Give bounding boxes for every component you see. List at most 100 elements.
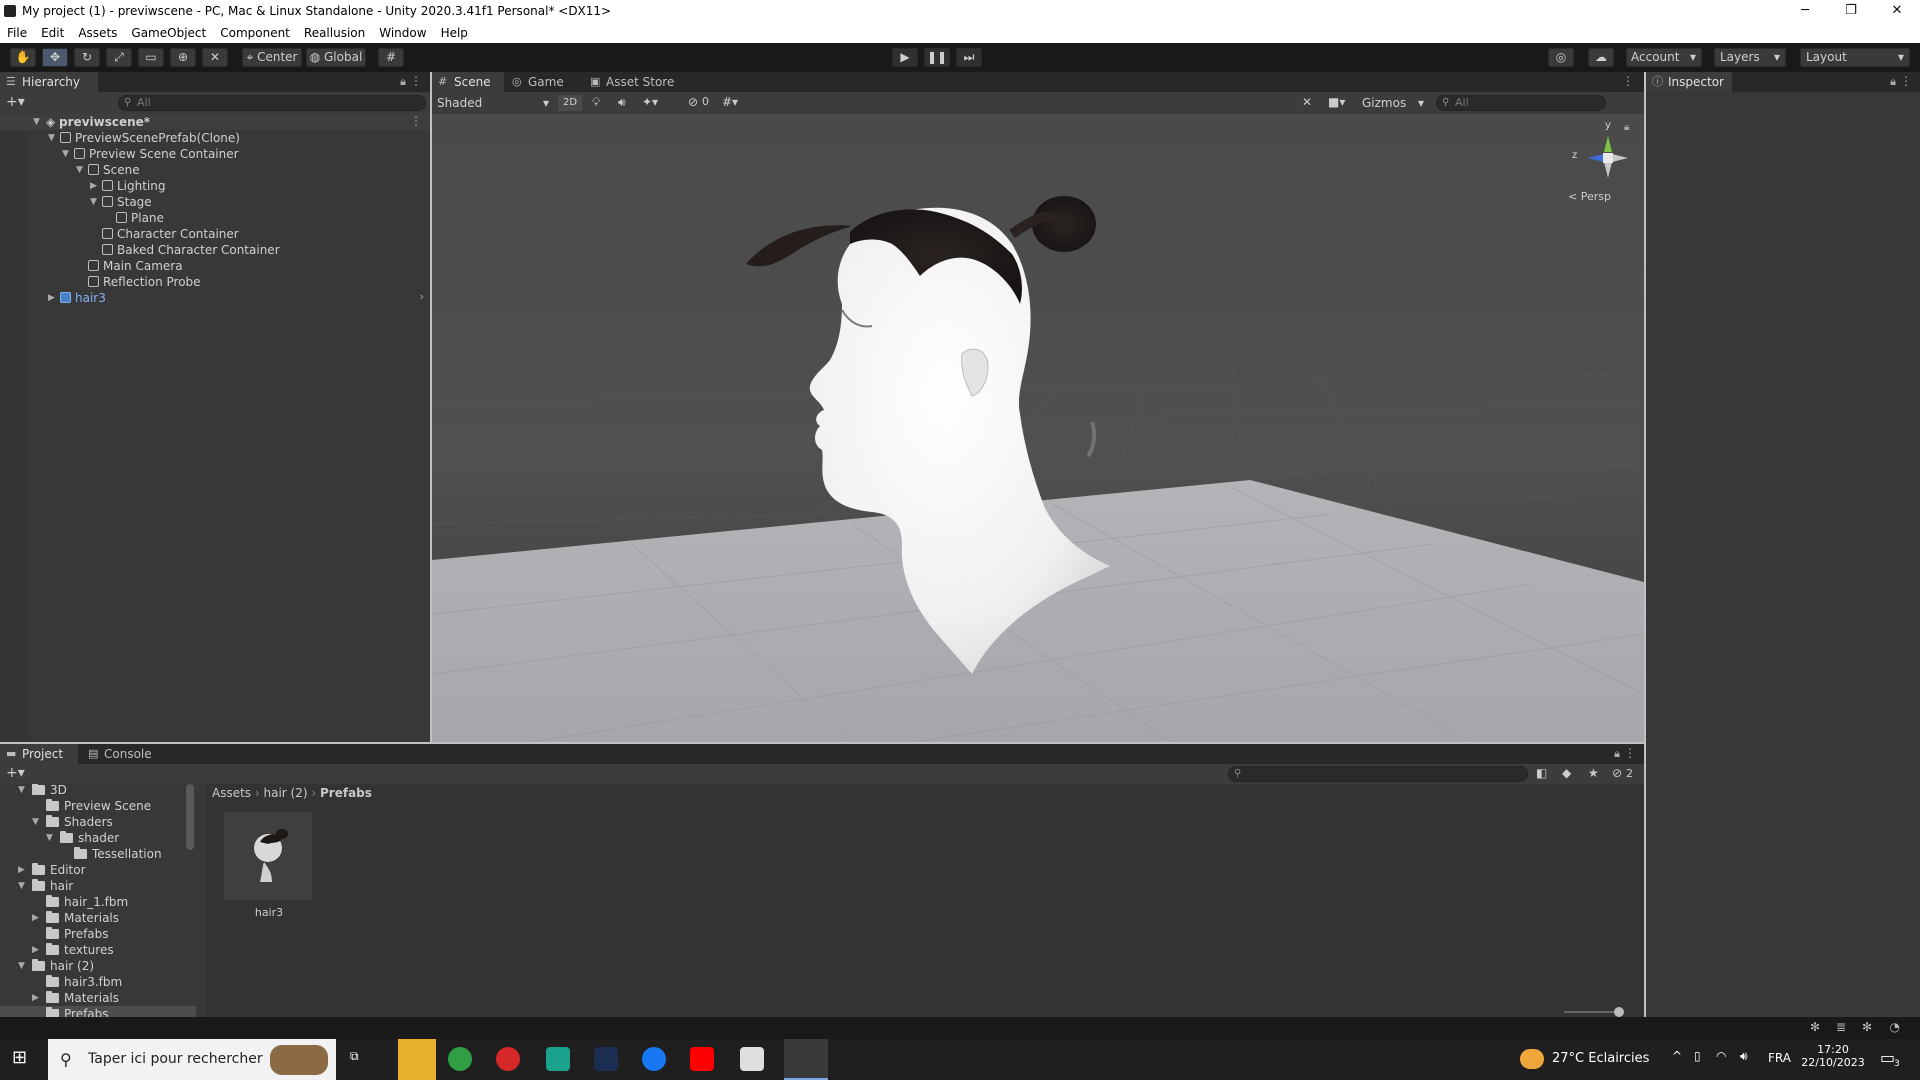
expand-arrow-icon[interactable]: ▼ <box>90 194 97 210</box>
lock-icon[interactable]: 🔒︎ <box>400 75 406 89</box>
menu-file[interactable]: File <box>0 26 34 40</box>
grid-snap-icon[interactable]: # <box>378 48 404 67</box>
expand-arrow-icon[interactable]: ▼ <box>18 958 25 974</box>
menu-reallusion[interactable]: Reallusion <box>297 26 372 40</box>
folder-item[interactable]: Preview Scene <box>46 798 151 814</box>
language-indicator[interactable]: FRA <box>1768 1051 1791 1065</box>
folder-item[interactable]: ▼ 3D <box>18 784 67 798</box>
volume-icon[interactable]: 🔊︎ <box>1740 1049 1748 1064</box>
folder-item[interactable]: ▼ Shaders <box>32 814 113 830</box>
asset-tile[interactable]: hair3 <box>224 812 314 922</box>
tree-item[interactable]: ▼ PreviewScenePrefab(Clone) <box>48 130 240 146</box>
task-view-icon[interactable]: ⧉ <box>350 1049 359 1064</box>
youtube-icon[interactable] <box>690 1047 714 1071</box>
windows-start-icon[interactable]: ⊞ <box>12 1047 27 1068</box>
tree-item[interactable]: Plane <box>116 210 164 226</box>
minimize-button[interactable]: ─ <box>1782 0 1828 22</box>
tray-device-icon[interactable]: ▯ <box>1694 1049 1701 1063</box>
menu-gameobject[interactable]: GameObject <box>124 26 213 40</box>
rect-tool-icon[interactable]: ▭ <box>138 48 164 67</box>
tree-item[interactable]: ▶ Lighting <box>90 178 166 194</box>
folder-item[interactable]: Tessellation <box>74 846 162 862</box>
chevron-right-icon[interactable]: › <box>420 290 424 303</box>
menu-edit[interactable]: Edit <box>34 26 71 40</box>
weather-text[interactable]: 27°C Eclaircies <box>1552 1051 1649 1066</box>
menu-window[interactable]: Window <box>372 26 433 40</box>
lighting-toggle-icon[interactable]: 💡︎ <box>592 95 600 110</box>
folder-item[interactable]: ▶ Materials <box>32 990 119 1006</box>
folder-item[interactable]: Prefabs <box>46 926 109 942</box>
tab-project[interactable]: ▬ Project <box>0 744 78 764</box>
gizmo-lock-icon[interactable]: 🔒︎ <box>1624 122 1629 133</box>
step-button[interactable]: ⏭ <box>956 48 982 67</box>
layers-dropdown[interactable]: Layers ▾ <box>1714 48 1786 67</box>
menu-help[interactable]: Help <box>434 26 475 40</box>
expand-arrow-icon[interactable]: ▶ <box>32 990 39 1006</box>
folder-item[interactable]: ▼ shader <box>46 830 119 846</box>
favorite-star-icon[interactable]: ★ <box>1588 766 1599 780</box>
expand-arrow-icon[interactable]: ▶ <box>32 910 39 926</box>
tab-game[interactable]: ◎ Game <box>506 72 580 92</box>
clock[interactable]: 17:20 22/10/2023 <box>1800 1043 1866 1069</box>
scene-viewport[interactable]: y z 🔒︎ < Persp <box>432 114 1644 742</box>
expand-arrow-icon[interactable]: ▼ <box>76 162 83 178</box>
tree-item[interactable]: Character Container <box>102 226 239 242</box>
expand-arrow-icon[interactable]: ▶ <box>90 178 97 194</box>
expand-arrow-icon[interactable]: ▼ <box>18 784 25 798</box>
tray-chevron-up-icon[interactable]: ^ <box>1672 1049 1682 1063</box>
tree-item[interactable]: Main Camera <box>88 258 183 274</box>
expand-arrow-icon[interactable]: ▼ <box>46 830 53 846</box>
folder-item[interactable]: hair_1.fbm <box>46 894 128 910</box>
maya-icon[interactable] <box>546 1047 570 1071</box>
hand-tool-icon[interactable]: ✋ <box>10 48 36 67</box>
breadcrumb-item-current[interactable]: Prefabs <box>320 786 372 800</box>
toggle-2d-button[interactable]: 2D <box>558 95 582 111</box>
facebook-icon[interactable] <box>642 1047 666 1071</box>
tab-hierarchy[interactable]: ☰ Hierarchy <box>0 72 98 92</box>
more-options-icon[interactable]: ⋮ <box>1900 74 1912 88</box>
search-by-type-icon[interactable]: ◧ <box>1536 766 1547 780</box>
effects-toggle-icon[interactable]: ✦▾ <box>642 95 658 109</box>
scene-more-icon[interactable]: ⋮ <box>410 114 422 128</box>
menu-component[interactable]: Component <box>213 26 297 40</box>
hierarchy-search-input[interactable]: ⚲ All <box>118 95 426 111</box>
expand-arrow-icon[interactable]: ▶ <box>32 942 39 958</box>
breadcrumb-item[interactable]: Assets <box>212 786 251 800</box>
photoshop-icon[interactable] <box>594 1047 618 1071</box>
file-explorer-icon[interactable] <box>398 1039 436 1080</box>
tree-item[interactable]: ▼ Stage <box>90 194 152 210</box>
menu-assets[interactable]: Assets <box>71 26 124 40</box>
pivot-global-button[interactable]: ◍ Global <box>306 48 366 67</box>
folder-item[interactable]: ▶ Editor <box>18 862 86 878</box>
network-icon[interactable]: ✻ <box>1862 1020 1872 1034</box>
tab-scene[interactable]: # Scene <box>432 72 504 92</box>
folder-item[interactable]: ▶ Materials <box>32 910 119 926</box>
unity-hub-icon[interactable] <box>740 1047 764 1071</box>
gizmos-dropdown[interactable]: Gizmos ▾ <box>1362 94 1428 112</box>
lock-icon[interactable]: 🔒︎ <box>1614 747 1620 761</box>
folder-item[interactable]: ▼ hair <box>18 878 73 894</box>
cloud-icon[interactable]: ☁ <box>1588 48 1614 67</box>
more-options-icon[interactable]: ⋮ <box>1624 746 1636 760</box>
folder-item[interactable]: hair3.fbm <box>46 974 122 990</box>
tab-asset-store[interactable]: ▣ Asset Store <box>584 72 682 92</box>
draw-mode-dropdown[interactable]: Shaded ▾ <box>435 94 553 112</box>
db-icon[interactable]: ≣ <box>1836 1020 1846 1034</box>
tab-inspector[interactable]: ⓘ Inspector <box>1646 72 1732 92</box>
folder-item[interactable]: ▼ hair (2) <box>18 958 94 974</box>
tree-item-scene[interactable]: ▼ ◈ previwscene* <box>33 114 150 130</box>
camera-icon[interactable]: ■▾ <box>1328 95 1345 109</box>
expand-arrow-icon[interactable]: ▶ <box>18 862 25 878</box>
tree-scrollbar[interactable] <box>186 784 194 850</box>
tools-icon[interactable]: ✕ <box>1302 95 1312 109</box>
hidden-packages-icon[interactable]: ⊘ <box>1612 766 1622 780</box>
tree-item[interactable]: ▼ Scene <box>76 162 140 178</box>
tree-item[interactable]: Reflection Probe <box>88 274 201 290</box>
pause-button[interactable]: ❚❚ <box>924 48 950 67</box>
projection-toggle[interactable]: < Persp <box>1568 190 1611 203</box>
rotate-tool-icon[interactable]: ↻ <box>74 48 100 67</box>
tree-item[interactable]: ▼ Preview Scene Container <box>62 146 239 162</box>
play-button[interactable]: ▶ <box>892 48 918 67</box>
opera-icon[interactable] <box>496 1047 520 1071</box>
pivot-center-button[interactable]: ⌖ Center <box>242 48 302 67</box>
